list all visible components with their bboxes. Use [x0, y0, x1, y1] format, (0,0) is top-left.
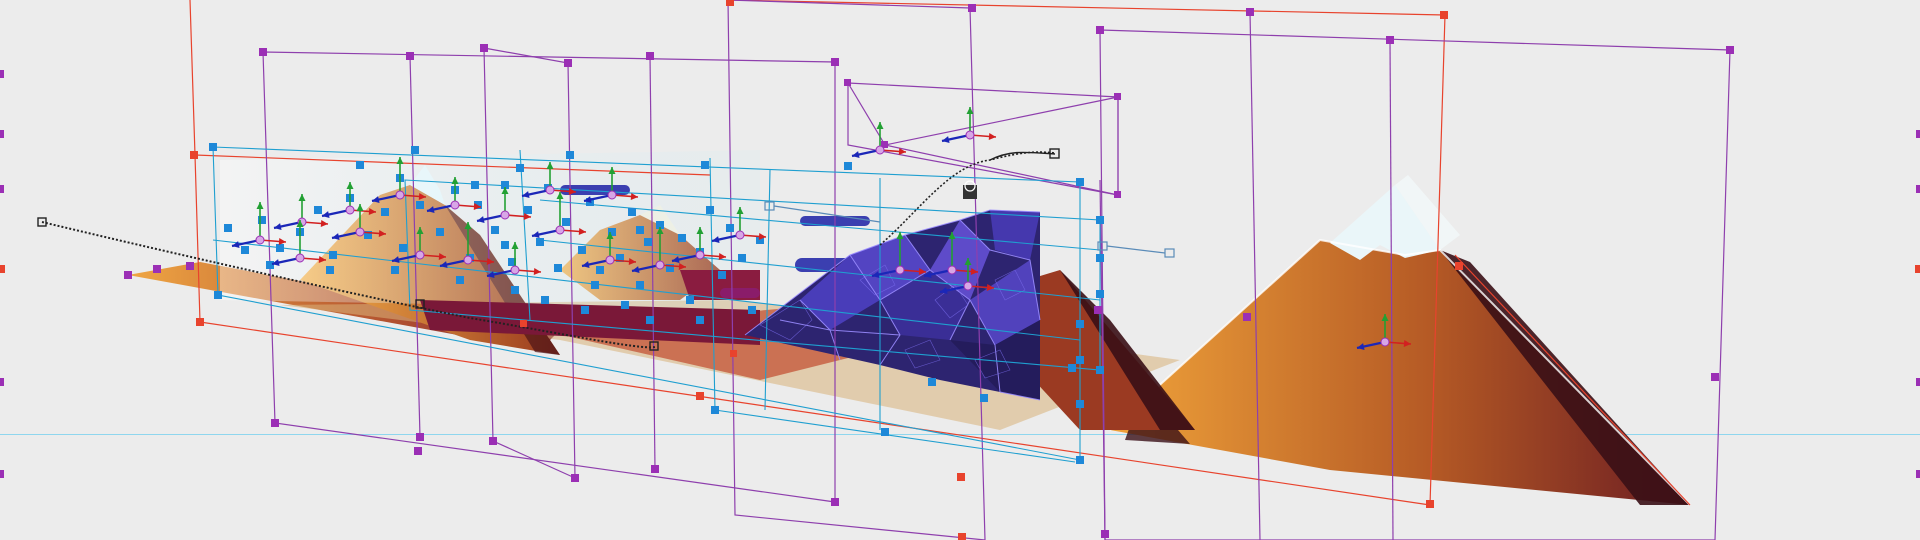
vertex-handle[interactable] — [678, 234, 686, 242]
vertex-handle[interactable] — [471, 181, 479, 189]
vertex-handle[interactable] — [524, 206, 532, 214]
vertex-handle[interactable] — [566, 151, 574, 159]
vertex-handle[interactable] — [326, 266, 334, 274]
vertex-handle[interactable] — [644, 238, 652, 246]
vertex-handle[interactable] — [511, 286, 519, 294]
scene-canvas — [0, 0, 1920, 540]
vertex-handle[interactable] — [224, 224, 232, 232]
vertex-handle[interactable] — [581, 306, 589, 314]
vertex-handle[interactable] — [541, 296, 549, 304]
vertex-handle[interactable] — [329, 251, 337, 259]
vertex-handle[interactable] — [536, 238, 544, 246]
vertex-handle[interactable] — [501, 241, 509, 249]
vertex-handle[interactable] — [636, 226, 644, 234]
vertex-handle[interactable] — [491, 226, 499, 234]
vertex-handle[interactable] — [596, 266, 604, 274]
vertex-handle[interactable] — [701, 161, 709, 169]
vertex-handle[interactable] — [726, 224, 734, 232]
vertex-handle[interactable] — [628, 208, 636, 216]
vertex-handle[interactable] — [696, 316, 704, 324]
vertex-handle[interactable] — [591, 281, 599, 289]
vertex-handle[interactable] — [562, 218, 570, 226]
vertex-handle[interactable] — [399, 244, 407, 252]
vertex-handle[interactable] — [314, 206, 322, 214]
vertex-handle[interactable] — [391, 266, 399, 274]
vertex-handle[interactable] — [411, 146, 419, 154]
vertex-handle[interactable] — [241, 246, 249, 254]
vertex-handle[interactable] — [456, 276, 464, 284]
vertex-handle[interactable] — [381, 208, 389, 216]
vertex-handle[interactable] — [738, 254, 746, 262]
vertex-handle[interactable] — [436, 228, 444, 236]
vertex-handle[interactable] — [718, 271, 726, 279]
vertex-handle[interactable] — [706, 206, 714, 214]
vertex-handle[interactable] — [636, 281, 644, 289]
vertex-handle[interactable] — [646, 316, 654, 324]
vertex-handle[interactable] — [266, 261, 274, 269]
vertex-handle[interactable] — [516, 164, 524, 172]
vertex-handle[interactable] — [578, 246, 586, 254]
vertex-handle[interactable] — [416, 201, 424, 209]
mountain-big-right[interactable] — [1109, 175, 1691, 506]
vertex-handle[interactable] — [748, 306, 756, 314]
vertex-handle[interactable] — [276, 244, 284, 252]
vertex-handle[interactable] — [356, 161, 364, 169]
vertex-handle[interactable] — [621, 301, 629, 309]
3d-scene-viewport[interactable] — [0, 0, 1920, 540]
vertex-handle[interactable] — [686, 296, 694, 304]
vertex-handle[interactable] — [554, 264, 562, 272]
